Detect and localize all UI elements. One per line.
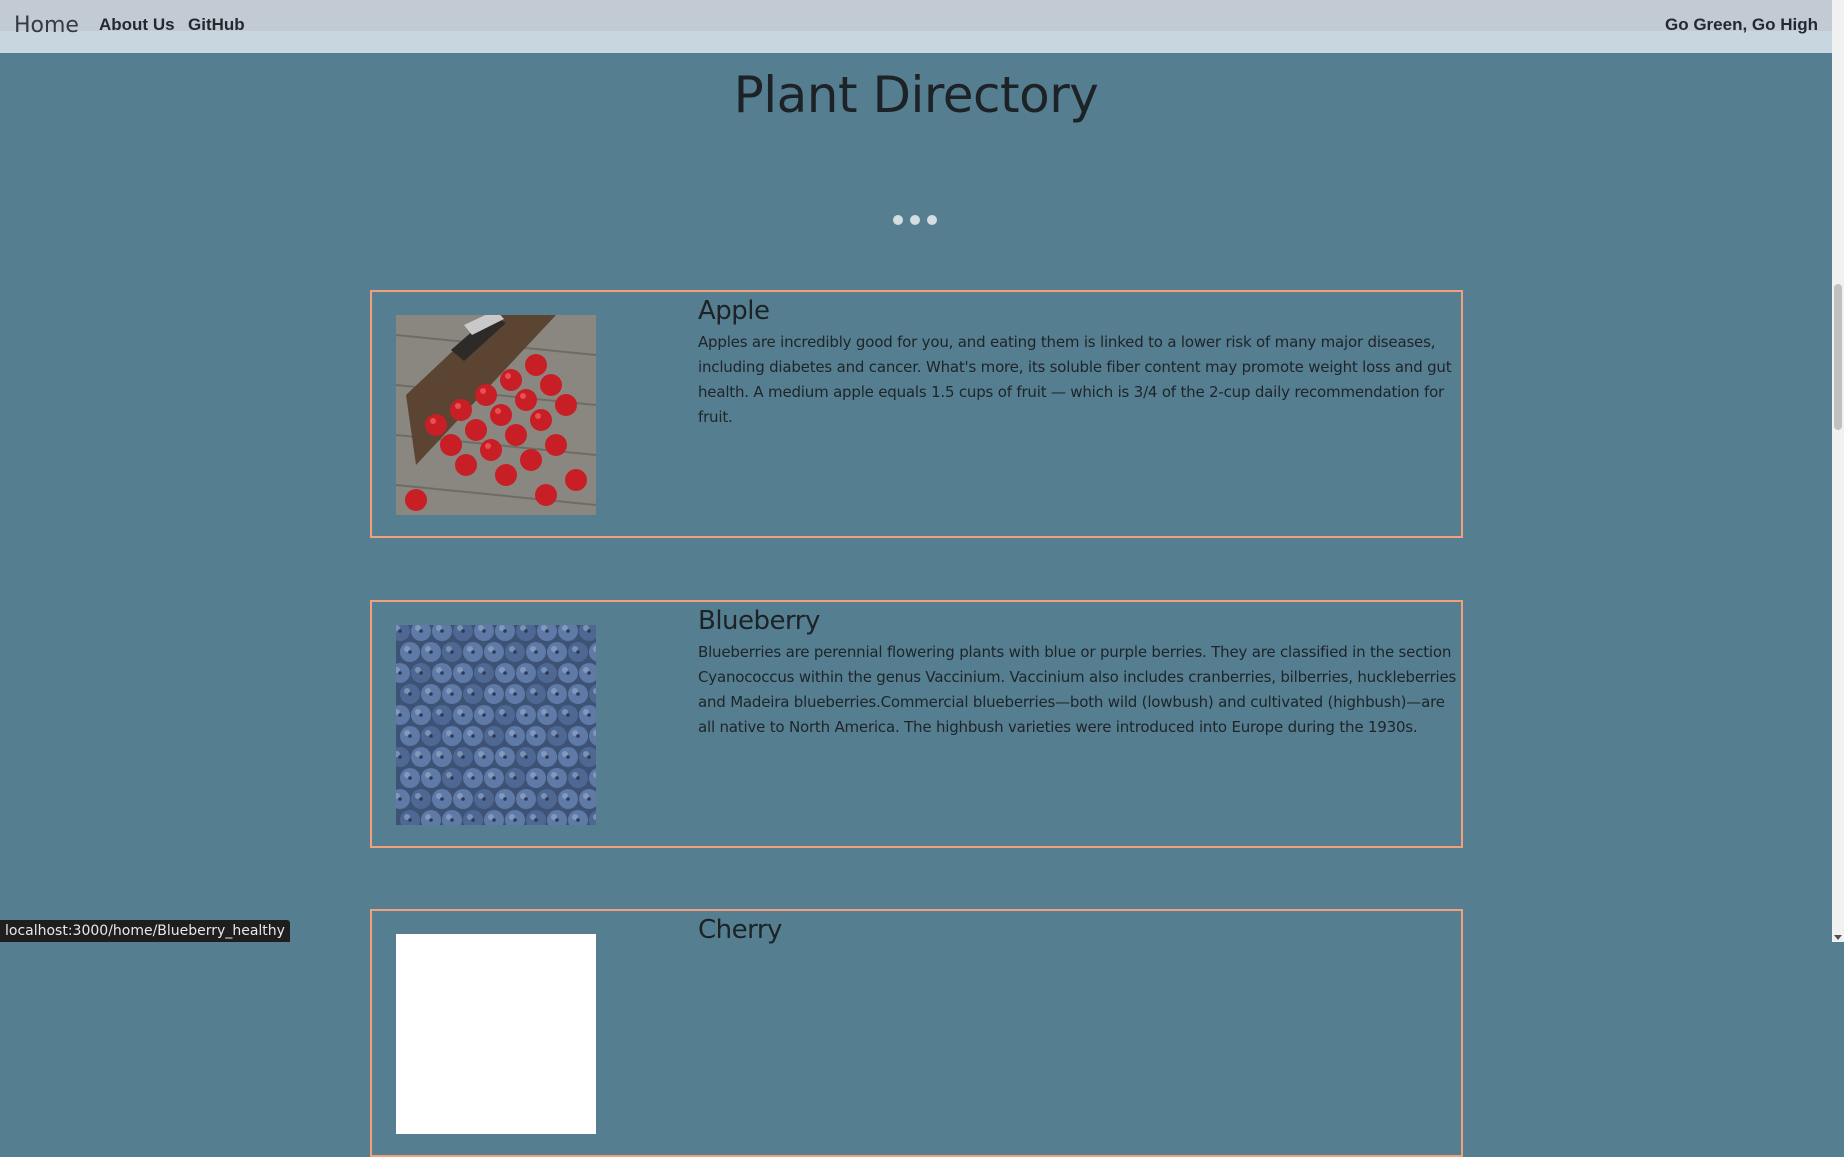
cherry-image[interactable] bbox=[396, 934, 596, 1134]
scrollbar-thumb[interactable] bbox=[1834, 284, 1842, 430]
plant-description: Blueberries are perennial flowering plan… bbox=[698, 640, 1458, 740]
scroll-down-arrow-icon[interactable] bbox=[1834, 935, 1842, 940]
page-title: Plant Directory bbox=[0, 66, 1832, 124]
plant-name: Blueberry bbox=[698, 606, 820, 636]
plant-name: Apple bbox=[698, 296, 770, 326]
carousel-dot[interactable] bbox=[910, 215, 920, 225]
nav-home-link[interactable]: Home bbox=[14, 13, 79, 38]
nav-slogan: Go Green, Go High bbox=[1665, 15, 1818, 35]
apple-image[interactable] bbox=[396, 315, 596, 515]
plant-name: Cherry bbox=[698, 915, 782, 945]
nav-github-link[interactable]: GitHub bbox=[188, 15, 245, 35]
carousel-dot[interactable] bbox=[893, 215, 903, 225]
carousel-dot[interactable] bbox=[927, 215, 937, 225]
status-link-preview: localhost:3000/home/Blueberry_healthy bbox=[0, 920, 290, 942]
plant-card-cherry[interactable]: Cherry bbox=[370, 909, 1463, 1157]
carousel-indicators bbox=[893, 215, 937, 225]
top-navbar: Home About Us GitHub Go Green, Go High bbox=[0, 0, 1832, 53]
plant-card-blueberry[interactable]: Blueberry Blueberries are perennial flow… bbox=[370, 600, 1463, 848]
plant-description: Apples are incredibly good for you, and … bbox=[698, 330, 1458, 430]
page-scrollbar[interactable] bbox=[1832, 0, 1844, 942]
blueberry-image[interactable] bbox=[396, 625, 596, 825]
plant-card-apple[interactable]: Apple Apples are incredibly good for you… bbox=[370, 290, 1463, 538]
nav-about-link[interactable]: About Us bbox=[99, 15, 175, 35]
